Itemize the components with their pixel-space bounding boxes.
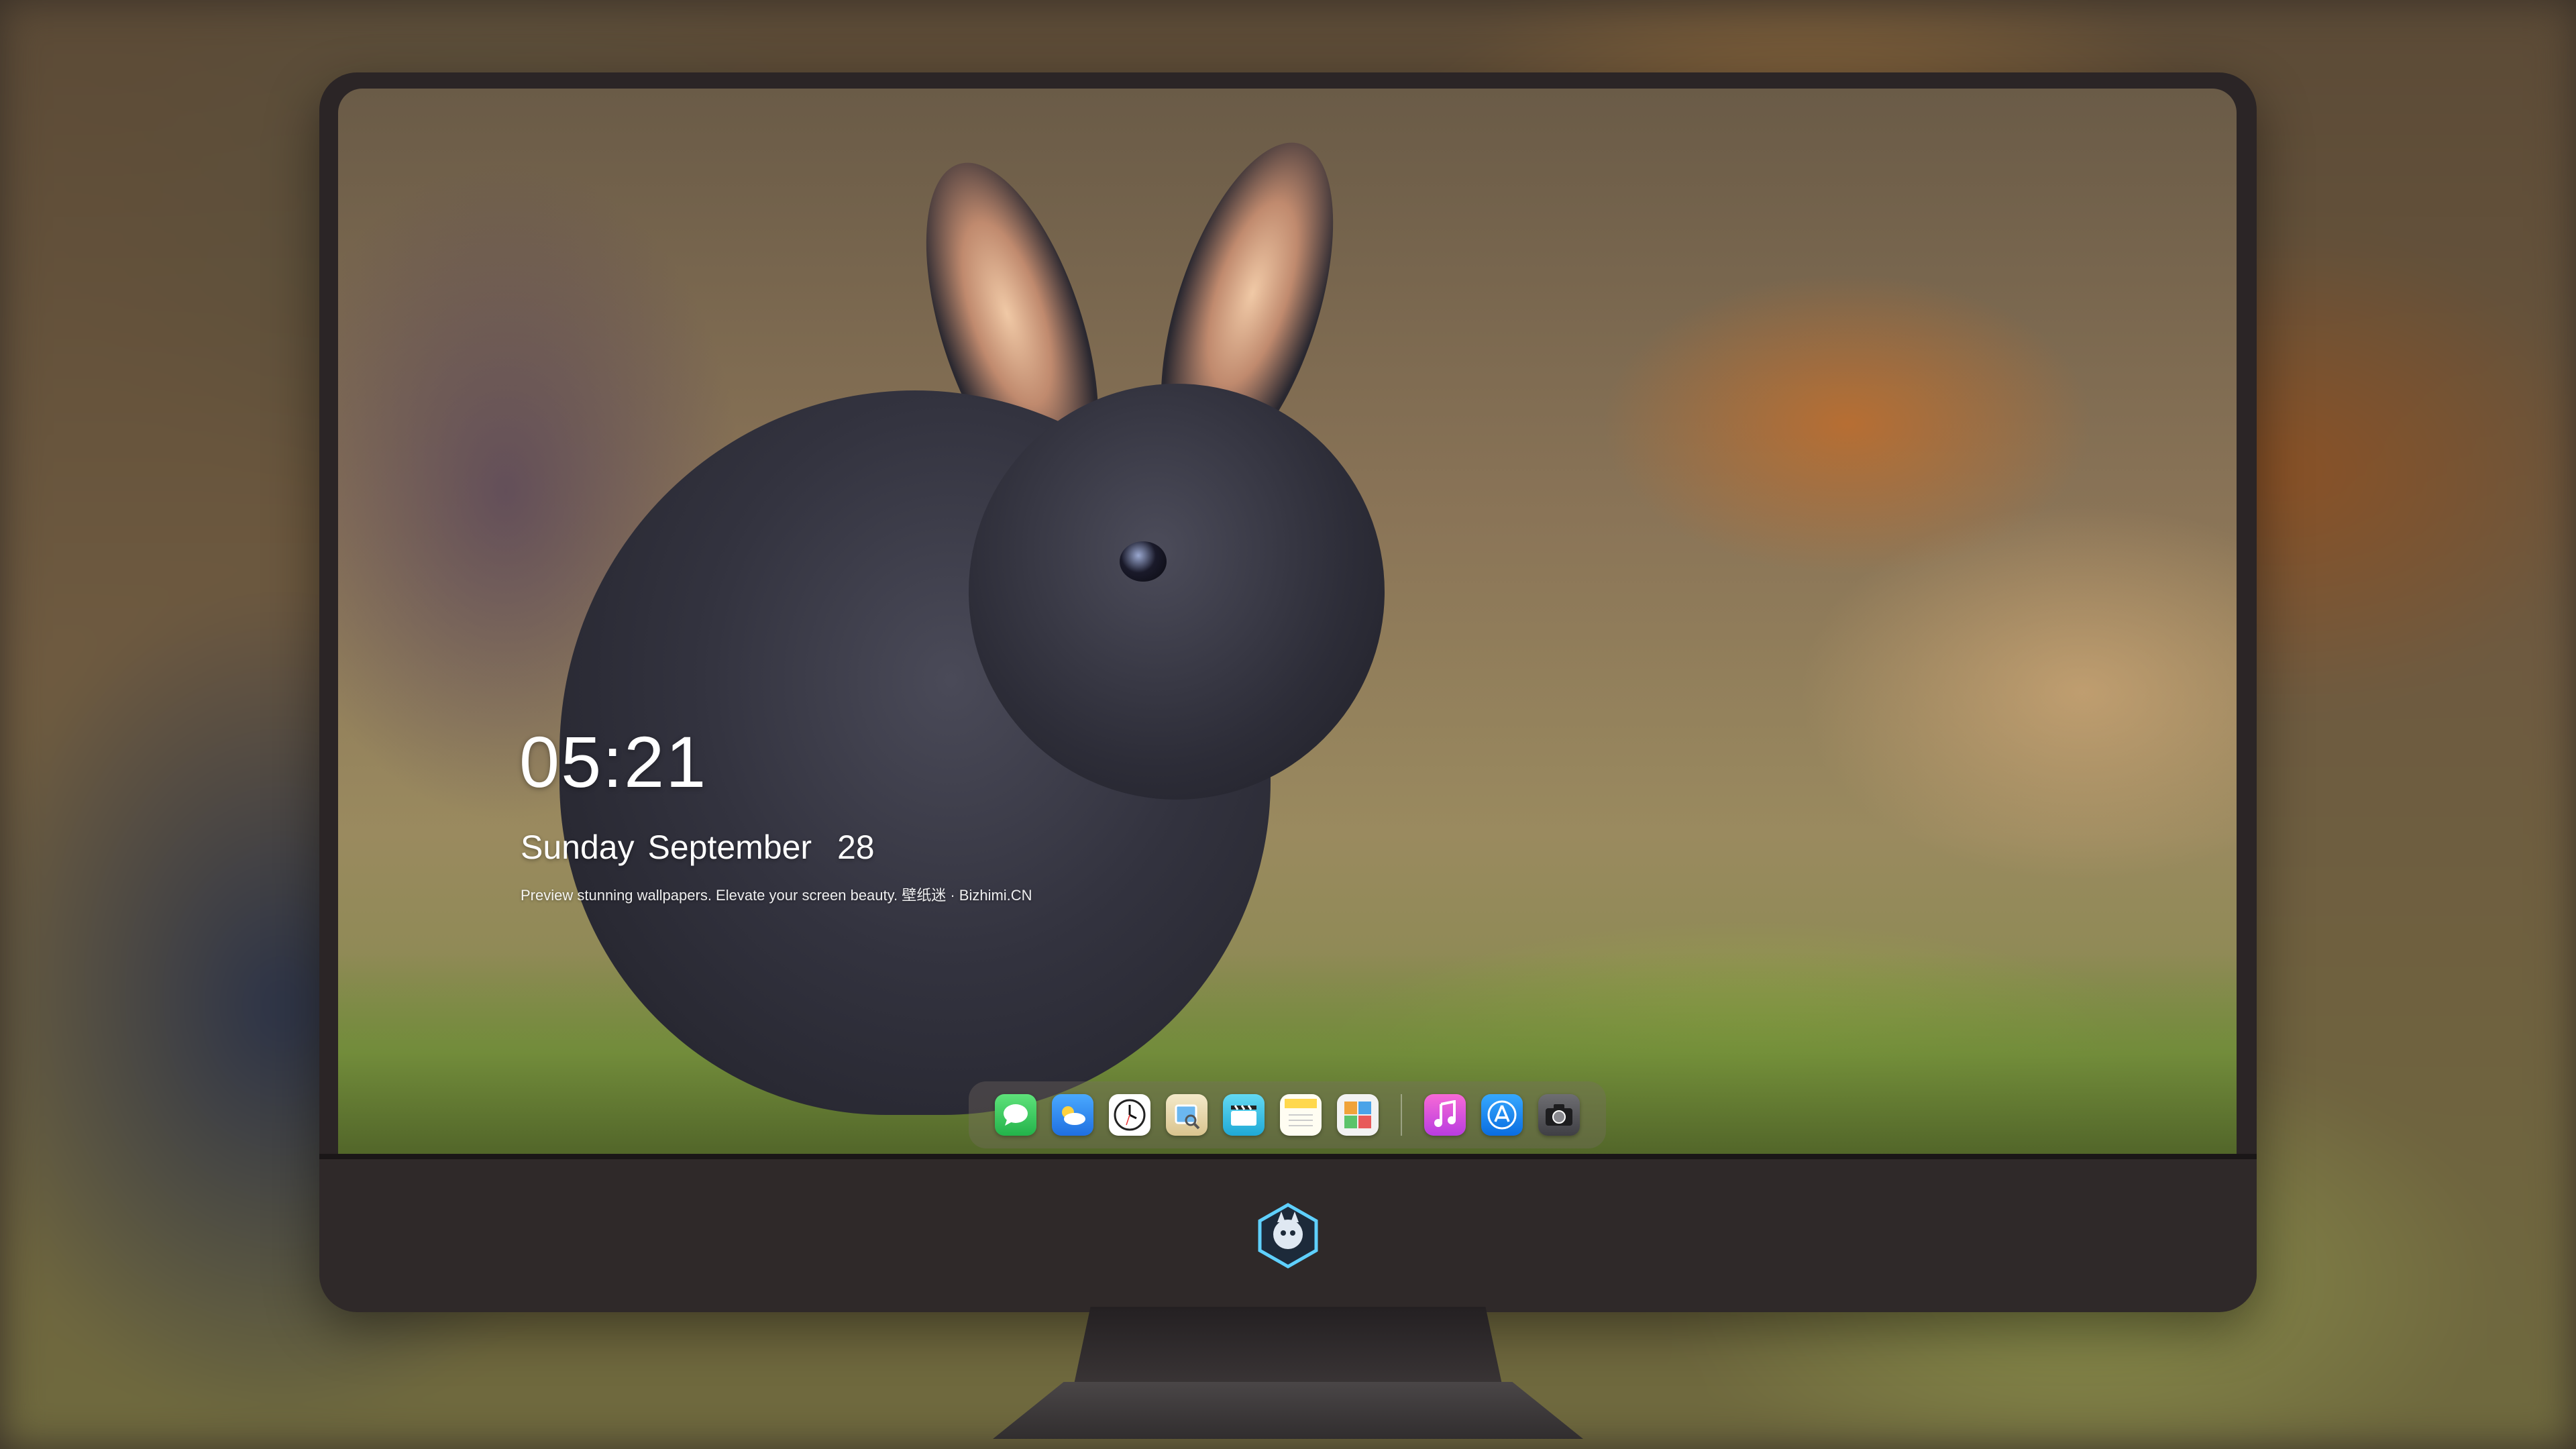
rabbit-eye bbox=[1120, 541, 1167, 582]
desktop-screen: 05:21 Sunday September 28 Preview stunni… bbox=[338, 89, 2237, 1154]
photo-booth-icon[interactable] bbox=[1337, 1094, 1379, 1136]
notes-icon[interactable] bbox=[1280, 1094, 1322, 1136]
wallpaper-tagline: Preview stunning wallpapers. Elevate you… bbox=[521, 887, 1032, 904]
music-icon[interactable] bbox=[1424, 1094, 1466, 1136]
dock bbox=[969, 1081, 1606, 1148]
date-month: September bbox=[647, 828, 812, 866]
rabbit-head bbox=[969, 384, 1385, 800]
monitor-stand-neck bbox=[1073, 1307, 1503, 1387]
date-weekday: Sunday bbox=[521, 828, 635, 866]
app-store-icon[interactable] bbox=[1481, 1094, 1523, 1136]
lock-screen-time: 05:21 bbox=[519, 721, 708, 802]
messages-icon[interactable] bbox=[995, 1094, 1036, 1136]
camera-icon[interactable] bbox=[1538, 1094, 1580, 1136]
brand-logo-icon bbox=[1254, 1202, 1322, 1269]
dock-separator bbox=[1401, 1094, 1402, 1136]
clock-icon[interactable] bbox=[1109, 1094, 1150, 1136]
weather-icon[interactable] bbox=[1052, 1094, 1093, 1136]
clips-icon[interactable] bbox=[1223, 1094, 1265, 1136]
lock-screen-date: Sunday September 28 bbox=[521, 828, 875, 867]
preview-icon[interactable] bbox=[1166, 1094, 1208, 1136]
date-day: 28 bbox=[837, 828, 875, 866]
